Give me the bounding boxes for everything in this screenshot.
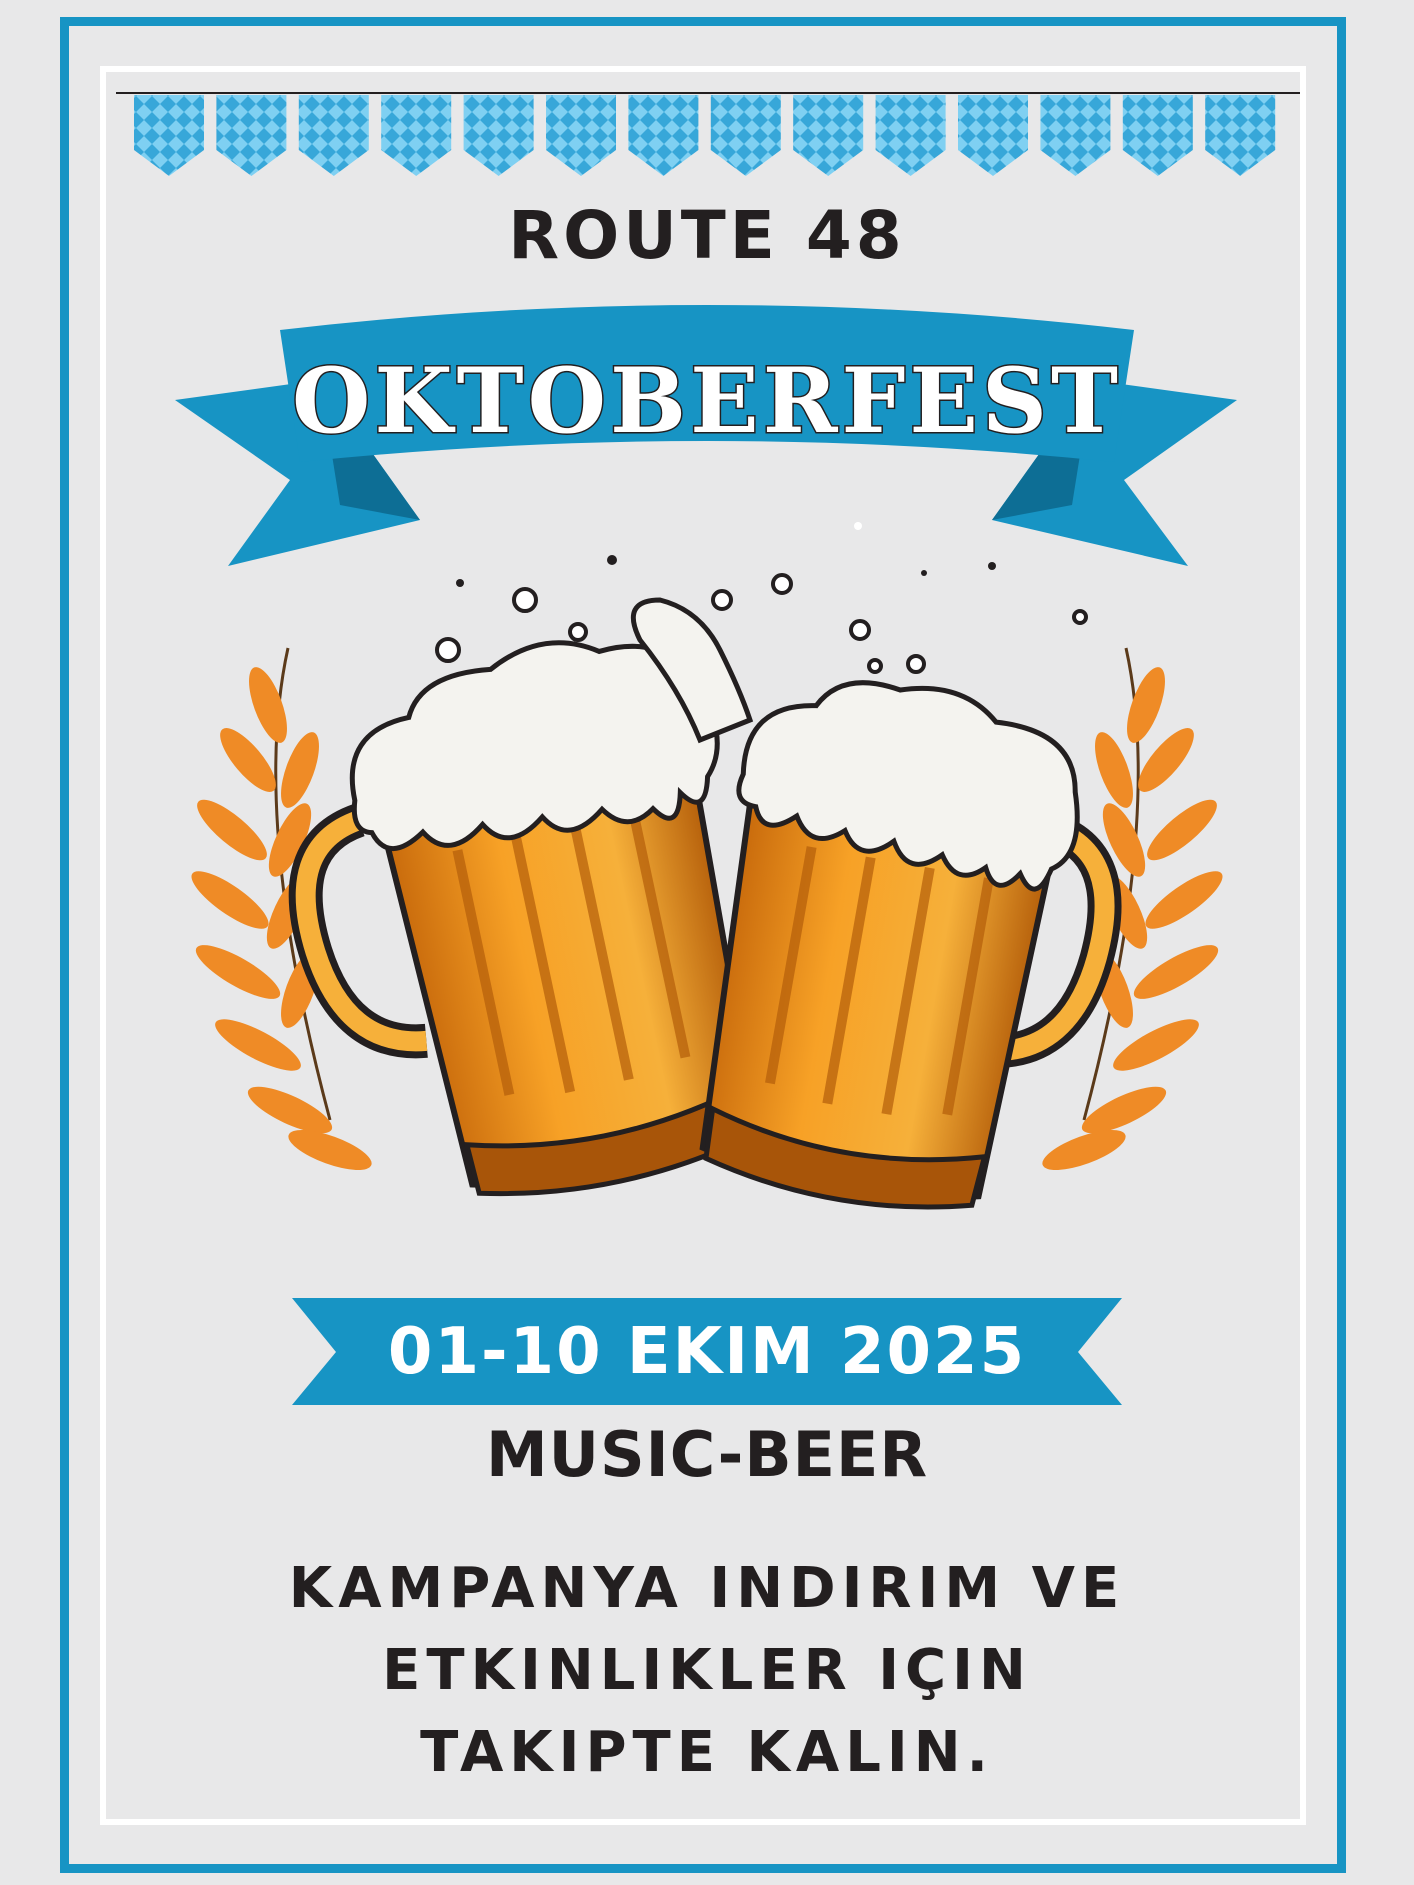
wheat-left-icon <box>191 647 372 1170</box>
bunting-flag <box>875 95 946 176</box>
bunting-flags <box>116 92 1300 176</box>
bunting-flag <box>381 95 452 176</box>
bunting-flag <box>793 95 864 176</box>
bunting-flag <box>1205 95 1276 176</box>
event-subtitle: MUSIC-BEER <box>485 1418 929 1491</box>
bunting-flag <box>463 95 534 176</box>
bunting-flag <box>710 95 781 176</box>
bunting-flag <box>1122 95 1193 176</box>
promo-text: KAMPANYA INDIRIM VE ETKINLIKLER IÇIN TAK… <box>288 1556 1126 1785</box>
event-date: 01-10 EKIM 2025 <box>387 1315 1027 1389</box>
ribbon-banner: OKTOBERFEST <box>175 305 1237 566</box>
bunting-flag <box>1040 95 1111 176</box>
event-title: OKTOBERFEST <box>292 348 1122 454</box>
bunting-flag <box>216 95 287 176</box>
bunting-flag <box>628 95 699 176</box>
wheat-right-icon <box>1042 647 1223 1170</box>
beer-mugs-illustration <box>288 522 1122 1210</box>
bunting-flag <box>546 95 616 176</box>
bunting-flag <box>298 95 369 176</box>
bunting-flag <box>134 95 204 176</box>
venue-name: ROUTE 48 <box>508 197 906 274</box>
bunting-flag <box>958 95 1028 176</box>
